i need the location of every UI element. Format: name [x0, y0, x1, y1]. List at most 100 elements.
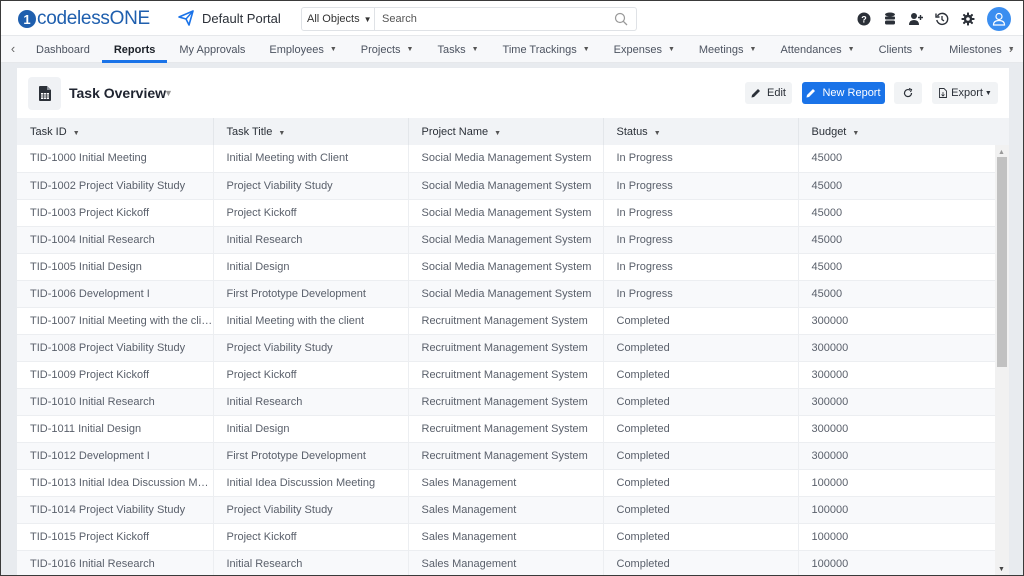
new-report-button[interactable]: New Report [802, 82, 885, 104]
table-row[interactable]: TID-1005 Initial Design Initial Design Soc… [17, 253, 996, 281]
column-header-project-name[interactable]: Project Name ▼ [408, 118, 604, 145]
table-cell-project-name: Sales Management [408, 496, 604, 524]
export-button[interactable]: Export ▼ [932, 82, 998, 104]
table-cell-task-id: TID-1012 Development I [17, 442, 214, 470]
user-avatar-icon [992, 12, 1006, 26]
sort-chevron-icon[interactable]: ▼ [494, 130, 501, 137]
nav-item-tasks[interactable]: Tasks ▼ [425, 36, 490, 63]
table-row[interactable]: TID-1007 Initial Meeting with the client… [17, 307, 996, 335]
nav-item-reports[interactable]: Reports [101, 36, 168, 63]
table-cell-task-id: TID-1006 Development I [17, 280, 214, 308]
table-cell-task-title: Initial Idea Discussion Meeting [213, 469, 409, 497]
table-row[interactable]: TID-1011 Initial Design Initial Design Rec… [17, 415, 996, 443]
table-cell-task-title: Project Viability Study [213, 172, 409, 200]
table-row[interactable]: TID-1010 Initial Research Initial Researc… [17, 388, 996, 416]
main-nav: ‹ Dashboard Reports My Approvals Employees ▼… [1, 36, 1023, 63]
nav-item-clients[interactable]: Clients ▼ [867, 36, 938, 63]
nav-item-attendances[interactable]: Attendances ▼ [768, 36, 866, 63]
table-row[interactable]: TID-1013 Initial Idea Discussion Meeting… [17, 469, 996, 497]
table-cell-task-title: Initial Research [213, 550, 409, 575]
vertical-scrollbar[interactable]: ▲ ▼ [995, 145, 1009, 575]
table-cell-budget: 45000 [798, 172, 996, 200]
nav-item-dashboard[interactable]: Dashboard [24, 36, 102, 63]
sort-chevron-icon[interactable]: ▼ [654, 130, 661, 137]
scrollbar-thumb[interactable] [997, 157, 1007, 367]
portal-switcher[interactable]: Default Portal [178, 10, 281, 26]
column-header-budget[interactable]: Budget ▼ [798, 118, 996, 145]
database-button[interactable] [877, 6, 903, 32]
table-cell-budget: 45000 [798, 145, 996, 173]
nav-item-my-approvals[interactable]: My Approvals [167, 36, 257, 63]
sort-chevron-icon[interactable]: ▼ [852, 130, 859, 137]
table-cell-task-id: TID-1007 Initial Meeting with the client [17, 307, 214, 335]
table-cell-project-name: Social Media Management System [408, 172, 604, 200]
scroll-down-icon[interactable]: ▼ [998, 566, 1005, 573]
chevron-left-icon[interactable]: ‹ [6, 41, 20, 56]
nav-item-expenses[interactable]: Expenses ▼ [602, 36, 687, 63]
table-row[interactable]: TID-1016 Initial Research Initial Researc… [17, 550, 996, 575]
report-table: Task ID ▼ Task Title ▼ Project Name ▼ Status ▼ B… [17, 118, 996, 575]
table-row[interactable]: TID-1012 Development I First Prototype De… [17, 442, 996, 470]
search-input[interactable] [375, 8, 614, 30]
table-cell-budget: 300000 [798, 334, 996, 362]
logo[interactable]: 1 codelessONE [18, 8, 150, 30]
nav-item-projects[interactable]: Projects ▼ [349, 36, 426, 63]
table-cell-task-title: Initial Meeting with Client [213, 145, 409, 173]
scroll-up-icon[interactable]: ▲ [998, 149, 1005, 156]
file-export-icon [939, 88, 948, 98]
table-body: TID-1000 Initial Meeting Initial Meeting … [17, 145, 996, 575]
table-row[interactable]: TID-1015 Project Kickoff Project Kickoff S… [17, 523, 996, 551]
report-icon-box [28, 77, 61, 110]
report-switcher-chevron-icon[interactable]: ▼ [164, 88, 173, 98]
table-cell-task-id: TID-1014 Project Viability Study [17, 496, 214, 524]
table-cell-project-name: Social Media Management System [408, 145, 604, 173]
history-button[interactable] [929, 6, 955, 32]
nav-item-meetings[interactable]: Meetings ▼ [687, 36, 769, 63]
table-row[interactable]: TID-1006 Development I First Prototype De… [17, 280, 996, 308]
chevron-right-icon[interactable]: › [1004, 41, 1018, 56]
table-cell-task-id: TID-1009 Project Kickoff [17, 361, 214, 389]
nav-item-label: Time Trackings [502, 43, 577, 56]
table-cell-project-name: Social Media Management System [408, 199, 604, 227]
table-cell-task-title: Initial Design [213, 415, 409, 443]
sort-chevron-icon[interactable]: ▼ [278, 130, 285, 137]
chevron-down-icon: ▼ [918, 46, 926, 53]
settings-button[interactable] [955, 6, 981, 32]
sort-chevron-icon[interactable]: ▼ [73, 130, 80, 137]
table-cell-budget: 300000 [798, 442, 996, 470]
table-row[interactable]: TID-1004 Initial Research Initial Researc… [17, 226, 996, 254]
portal-name: Default Portal [202, 10, 281, 26]
object-filter-select[interactable]: All Objects ▼ [302, 8, 375, 30]
table-row[interactable]: TID-1003 Project Kickoff Project Kickoff S… [17, 199, 996, 227]
database-icon [885, 12, 895, 25]
search-icon[interactable] [614, 12, 628, 26]
column-header-task-title[interactable]: Task Title ▼ [213, 118, 409, 145]
table-row[interactable]: TID-1000 Initial Meeting Initial Meeting … [17, 145, 996, 173]
help-button[interactable]: ? [851, 6, 877, 32]
table-cell-project-name: Sales Management [408, 469, 604, 497]
table-cell-status: In Progress [603, 199, 799, 227]
table-cell-project-name: Social Media Management System [408, 226, 604, 254]
report-title[interactable]: Task Overview [69, 85, 166, 101]
refresh-button[interactable] [894, 82, 922, 104]
table-cell-task-title: Project Kickoff [213, 523, 409, 551]
table-row[interactable]: TID-1009 Project Kickoff Project Kickoff R… [17, 361, 996, 389]
add-user-button[interactable] [903, 6, 929, 32]
nav-item-time-trackings[interactable]: Time Trackings ▼ [491, 36, 602, 63]
column-header-task-id[interactable]: Task ID ▼ [17, 118, 214, 145]
table-cell-budget: 100000 [798, 550, 996, 575]
table-row[interactable]: TID-1002 Project Viability Study Project … [17, 172, 996, 200]
chevron-down-icon: ▼ [984, 89, 992, 97]
table-row[interactable]: TID-1014 Project Viability Study Project … [17, 496, 996, 524]
table-cell-project-name: Recruitment Management System [408, 334, 604, 362]
nav-items: Dashboard Reports My Approvals Employees ▼ Pr… [24, 36, 1023, 63]
nav-item-employees[interactable]: Employees ▼ [257, 36, 348, 63]
table-cell-budget: 45000 [798, 253, 996, 281]
edit-button[interactable]: Edit [745, 82, 792, 104]
table-cell-project-name: Sales Management [408, 523, 604, 551]
nav-item-label: Milestones [949, 43, 1002, 56]
user-avatar[interactable] [987, 7, 1011, 31]
table-row[interactable]: TID-1008 Project Viability Study Project … [17, 334, 996, 362]
table-cell-task-title: First Prototype Development [213, 442, 409, 470]
column-header-status[interactable]: Status ▼ [603, 118, 799, 145]
